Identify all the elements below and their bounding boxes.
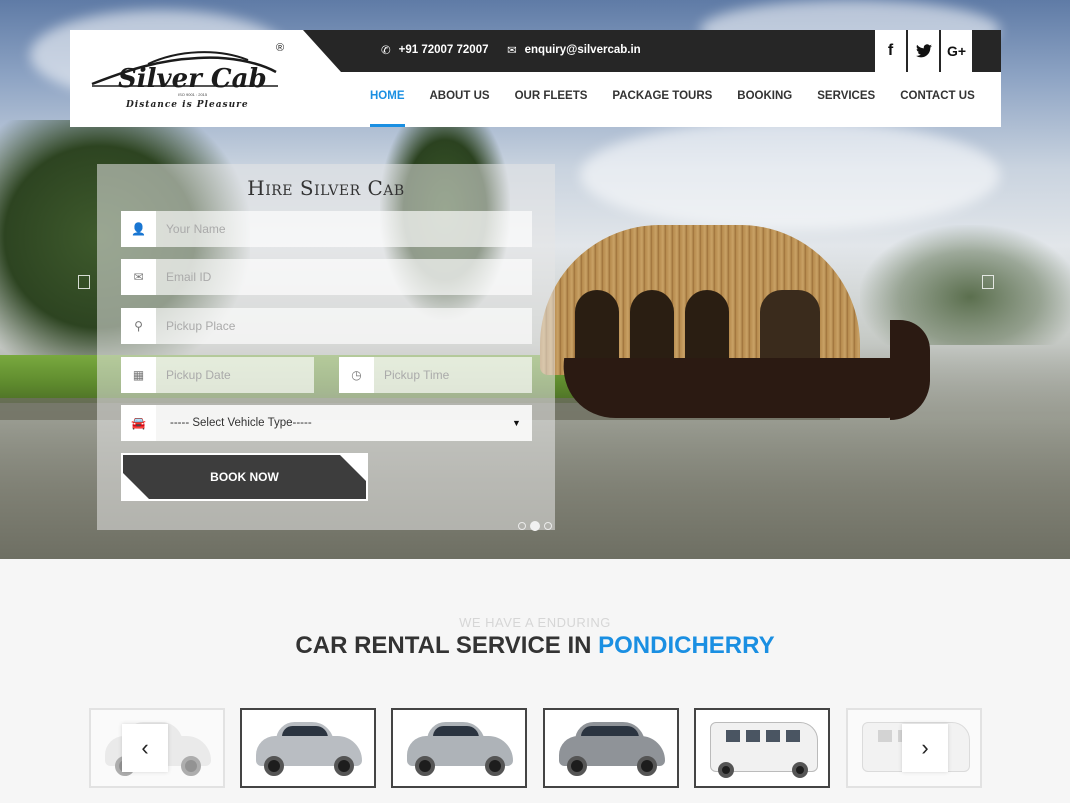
registered-mark: ®	[276, 42, 285, 54]
chevron-left-icon: ‹	[141, 735, 149, 760]
clock-icon: ◷	[339, 357, 374, 393]
carousel-next-button[interactable]: ›	[902, 724, 948, 772]
car-wheel	[637, 756, 657, 776]
fleet-card[interactable]	[543, 708, 679, 788]
vehicle-type-value: ----- Select Vehicle Type-----	[170, 417, 312, 429]
phone-number: +91 72007 72007	[398, 44, 489, 56]
email-contact[interactable]: ✉ enquiry@silvercab.in	[507, 43, 641, 57]
twitter-icon[interactable]	[908, 30, 939, 72]
user-icon: 👤	[121, 211, 156, 247]
carousel-prev-button[interactable]: ‹	[122, 724, 168, 772]
nav-home[interactable]: HOME	[370, 90, 405, 127]
slider-prev-arrow[interactable]	[78, 275, 90, 289]
van-window	[786, 730, 800, 742]
van-window	[746, 730, 760, 742]
car-wheel	[181, 756, 201, 776]
car-wheel	[485, 756, 505, 776]
van-window	[878, 730, 892, 742]
car-wheel	[567, 756, 587, 776]
pickup-place-input[interactable]: Pickup Place	[156, 319, 532, 333]
pickup-time-input[interactable]: Pickup Time	[374, 368, 532, 382]
section-subtitle: WE HAVE A ENDURING	[459, 615, 611, 630]
google-plus-icon[interactable]: G+	[941, 30, 972, 72]
pickup-time-field[interactable]: ◷ Pickup Time	[339, 357, 532, 393]
nav-contact-us[interactable]: CONTACT US	[900, 90, 975, 127]
pickup-date-field[interactable]: ▦ Pickup Date	[121, 357, 314, 393]
pickup-date-input[interactable]: Pickup Date	[156, 368, 314, 382]
main-nav: HOME ABOUT US OUR FLEETS PACKAGE TOURS B…	[370, 90, 1000, 127]
car-wheel	[792, 762, 808, 778]
nav-services[interactable]: SERVICES	[817, 90, 875, 127]
book-now-label: BOOK NOW	[210, 470, 279, 484]
van-window	[726, 730, 740, 742]
pickup-place-field[interactable]: ⚲ Pickup Place	[121, 308, 532, 344]
phone-icon: ✆	[381, 45, 391, 57]
email-input[interactable]: Email ID	[156, 270, 532, 284]
top-contact-bar: ✆ +91 72007 72007 ✉ enquiry@silvercab.in…	[303, 30, 1001, 72]
form-title: Hire Silver Cab	[247, 176, 405, 200]
corner-decoration	[340, 455, 366, 481]
corner-decoration	[123, 473, 149, 499]
car-wheel	[334, 756, 354, 776]
car-wheel	[264, 756, 284, 776]
logo-wordmark: Silver Cab	[118, 64, 267, 94]
name-field[interactable]: 👤 Your Name	[121, 211, 532, 247]
calendar-icon: ▦	[121, 357, 156, 393]
email-field[interactable]: ✉ Email ID	[121, 259, 532, 295]
book-now-button[interactable]: BOOK NOW	[121, 453, 368, 501]
nav-package-tours[interactable]: PACKAGE TOURS	[612, 90, 712, 127]
facebook-icon[interactable]: f	[875, 30, 906, 72]
chevron-down-icon: ▼	[512, 418, 521, 428]
chevron-right-icon: ›	[921, 735, 929, 760]
site-header: Silver Cab ISO 9001 : 2015 Distance is P…	[70, 30, 1001, 127]
van-window	[766, 730, 780, 742]
email-address: enquiry@silvercab.in	[524, 44, 641, 56]
section-title: CAR RENTAL SERVICE IN PONDICHERRY	[0, 632, 1070, 660]
phone-contact[interactable]: ✆ +91 72007 72007	[381, 43, 489, 57]
fleet-card[interactable]	[391, 708, 527, 788]
section-title-prefix: CAR RENTAL SERVICE IN	[295, 632, 599, 659]
car-wheel	[718, 762, 734, 778]
nav-booking[interactable]: BOOKING	[737, 90, 792, 127]
logo-tagline: Distance is Pleasure	[126, 100, 249, 110]
slider-next-arrow[interactable]	[982, 275, 994, 289]
nav-about-us[interactable]: ABOUT US	[430, 90, 490, 127]
cloud	[580, 120, 1000, 230]
fleet-card[interactable]	[694, 708, 830, 788]
houseboat-hull	[555, 358, 925, 418]
fleet-card[interactable]	[240, 708, 376, 788]
car-icon: 🚘	[121, 405, 156, 441]
logo-iso: ISO 9001 : 2015	[178, 92, 208, 97]
section-title-highlight: PONDICHERRY	[598, 632, 775, 659]
vehicle-type-select[interactable]: 🚘 ----- Select Vehicle Type----- ▼	[121, 405, 532, 441]
map-marker-icon: ⚲	[121, 308, 156, 344]
envelope-icon: ✉	[507, 45, 517, 57]
logo[interactable]: Silver Cab ISO 9001 : 2015 Distance is P…	[88, 42, 288, 118]
name-input[interactable]: Your Name	[156, 222, 532, 236]
car-wheel	[415, 756, 435, 776]
envelope-icon: ✉	[121, 259, 156, 295]
nav-our-fleets[interactable]: OUR FLEETS	[515, 90, 588, 127]
